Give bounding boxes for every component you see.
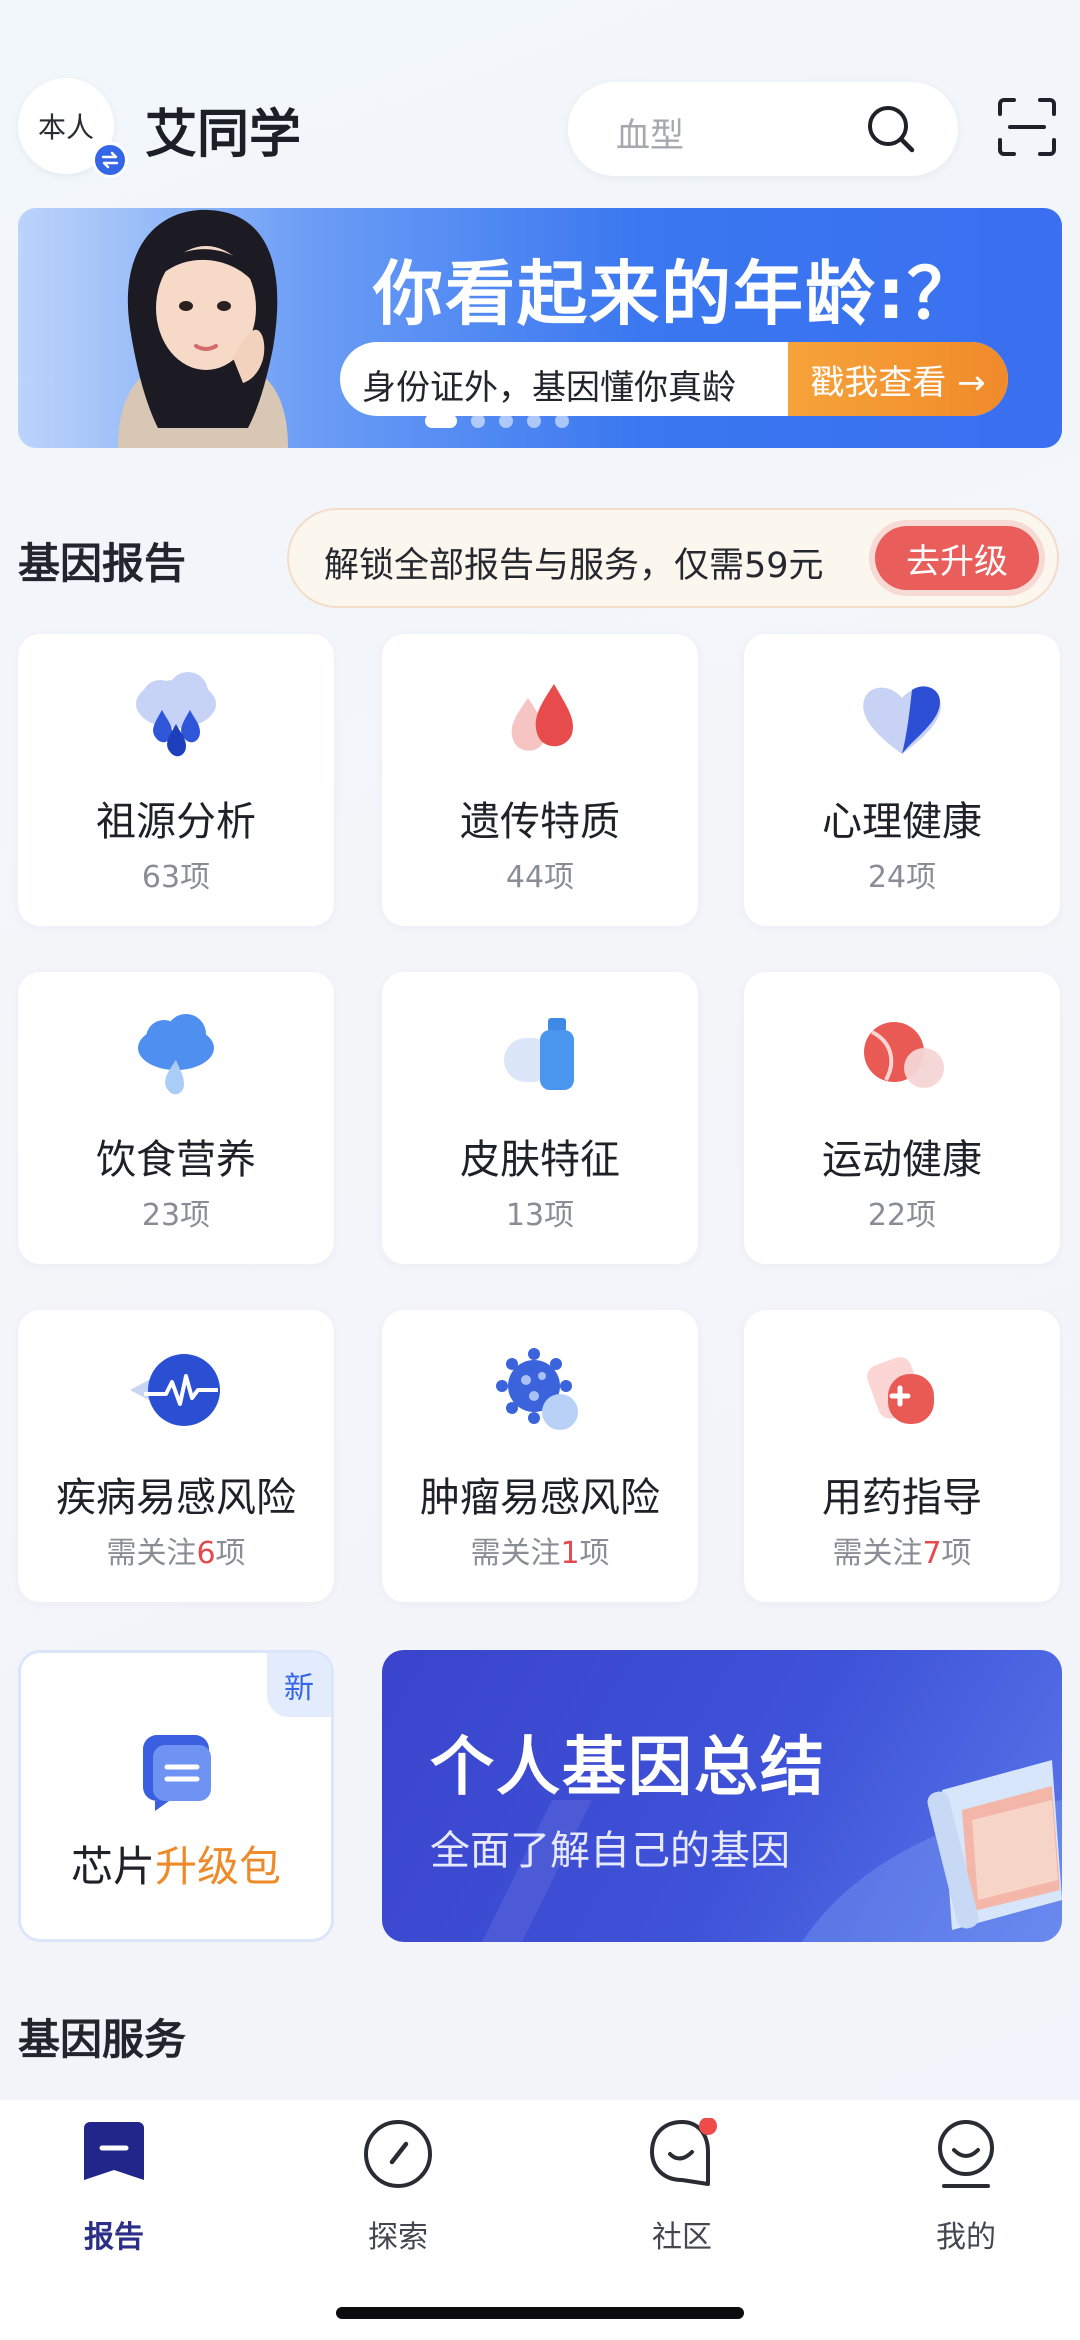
chip-name-prefix: 芯片	[70, 1842, 155, 1891]
switch-user-icon[interactable]	[92, 142, 128, 178]
report-card-ancestry[interactable]: 祖源分析 63项	[18, 634, 334, 926]
section-title-services: 基因服务	[18, 2015, 187, 2064]
report-card-disease-risk[interactable]: 疾病易感风险 需关注6项	[18, 1310, 334, 1602]
count-prefix: 需关注	[832, 1536, 923, 1571]
document-roll-illustration	[927, 1760, 1062, 1930]
search-icon[interactable]	[864, 102, 918, 156]
tab-label: 社区	[652, 2220, 712, 2255]
carousel-dots	[425, 414, 569, 428]
upgrade-text: 解锁全部报告与服务，仅需59元	[324, 546, 824, 586]
chat-document-icon	[143, 1735, 211, 1811]
count-prefix: 需关注	[106, 1536, 197, 1571]
upgrade-banner[interactable]: 解锁全部报告与服务，仅需59元 去升级	[287, 508, 1059, 608]
bottle-icon	[504, 1018, 574, 1090]
tab-me[interactable]: 我的	[886, 2118, 1046, 2268]
report-card-name: 肿瘤易感风险	[420, 1475, 660, 1521]
report-card-count: 23项	[141, 1198, 211, 1233]
report-card-name: 疾病易感风险	[56, 1475, 296, 1521]
tab-label: 我的	[936, 2220, 996, 2255]
report-card-name: 遗传特质	[460, 799, 620, 845]
chip-name-highlight: 升级包	[155, 1842, 282, 1891]
compass-icon	[364, 2120, 432, 2188]
summary-subtitle: 全面了解自己的基因	[430, 1828, 790, 1874]
banner-subtitle: 身份证外，基因懂你真龄	[362, 368, 736, 408]
search-placeholder: 血型	[616, 116, 684, 156]
report-card-medication[interactable]: 用药指导 需关注7项	[744, 1310, 1060, 1602]
report-card-count: 24项	[867, 860, 937, 895]
report-card-name: 用药指导	[822, 1475, 982, 1521]
gene-summary-banner[interactable]: 个人基因总结 全面了解自己的基因	[382, 1650, 1062, 1942]
upgrade-button[interactable]: 去升级	[875, 526, 1039, 590]
carousel-dot	[527, 414, 541, 428]
tab-label: 报告	[84, 2220, 144, 2255]
chip-upgrade-name: 芯片升级包	[21, 1833, 331, 1894]
report-card-count: 22项	[867, 1198, 937, 1233]
carousel-dot	[471, 414, 485, 428]
smiley-icon	[938, 2120, 994, 2188]
report-card-mental[interactable]: 心理健康 24项	[744, 634, 1060, 926]
count-suffix: 项	[941, 1536, 972, 1571]
report-card-count: 63项	[141, 860, 211, 895]
summary-title: 个人基因总结	[430, 1731, 826, 1805]
scan-icon[interactable]	[996, 96, 1058, 158]
home-indicator[interactable]	[336, 2307, 744, 2319]
report-card-tumor-risk[interactable]: 肿瘤易感风险 需关注1项	[382, 1310, 698, 1602]
count-suffix: 项	[215, 1536, 246, 1571]
report-card-name: 运动健康	[822, 1137, 982, 1183]
report-card-name: 饮食营养	[96, 1137, 256, 1183]
cloud-drop-icon	[138, 1014, 214, 1095]
carousel-dot	[555, 414, 569, 428]
section-title-reports: 基因报告	[18, 539, 187, 588]
search-bar[interactable]: 血型	[568, 82, 958, 176]
report-card-skin[interactable]: 皮肤特征 13项	[382, 972, 698, 1264]
count-number: 1	[560, 1536, 580, 1571]
user-name: 艾同学	[145, 105, 302, 165]
avatar-label: 本人	[37, 111, 94, 144]
virus-icon	[496, 1348, 578, 1430]
banner-cta-button[interactable]: 戳我查看 →	[788, 342, 1008, 416]
ball-icon	[864, 1022, 944, 1088]
cloud-drops-icon	[136, 672, 216, 757]
count-number: 6	[196, 1536, 216, 1571]
count-number: 7	[922, 1536, 942, 1571]
report-card-traits[interactable]: 遗传特质 44项	[382, 634, 698, 926]
report-card-count: 需关注1项	[382, 1528, 698, 1572]
report-card-count: 13项	[505, 1198, 575, 1233]
carousel-dot	[425, 414, 457, 428]
report-card-sports[interactable]: 运动健康 22项	[744, 972, 1060, 1264]
tab-label: 探索	[368, 2220, 428, 2255]
tab-community[interactable]: 社区	[602, 2118, 762, 2268]
carousel-dot	[499, 414, 513, 428]
report-icon	[84, 2122, 144, 2180]
tab-report[interactable]: 报告	[34, 2118, 194, 2268]
count-suffix: 项	[579, 1536, 610, 1571]
report-card-name: 心理健康	[822, 799, 982, 845]
new-badge: 新	[267, 1653, 331, 1717]
pill-icon	[867, 1357, 934, 1424]
promo-banner[interactable]: 你看起来的年龄:？ 身份证外，基因懂你真龄 戳我查看 →	[18, 208, 1062, 448]
heart-icon	[863, 686, 941, 754]
report-card-nutrition[interactable]: 饮食营养 23项	[18, 972, 334, 1264]
report-card-count: 44项	[505, 860, 575, 895]
report-card-count: 需关注7项	[744, 1528, 1060, 1572]
tab-explore[interactable]: 探索	[318, 2118, 478, 2268]
woman-illustration	[118, 209, 288, 448]
report-card-name: 皮肤特征	[460, 1137, 620, 1183]
pulse-icon	[130, 1354, 220, 1426]
bottom-tab-bar: 报告 探索 社区 我的	[0, 2100, 1080, 2340]
chat-bubble-icon	[650, 2118, 717, 2186]
double-drop-icon	[511, 684, 574, 751]
chip-upgrade-card[interactable]: 新 芯片升级包	[18, 1650, 334, 1942]
banner-pill[interactable]: 身份证外，基因懂你真龄 戳我查看 →	[340, 342, 1008, 416]
banner-title: 你看起来的年龄:？	[373, 253, 979, 335]
report-card-count: 需关注6项	[18, 1528, 334, 1572]
report-card-name: 祖源分析	[96, 799, 256, 845]
count-prefix: 需关注	[470, 1536, 561, 1571]
